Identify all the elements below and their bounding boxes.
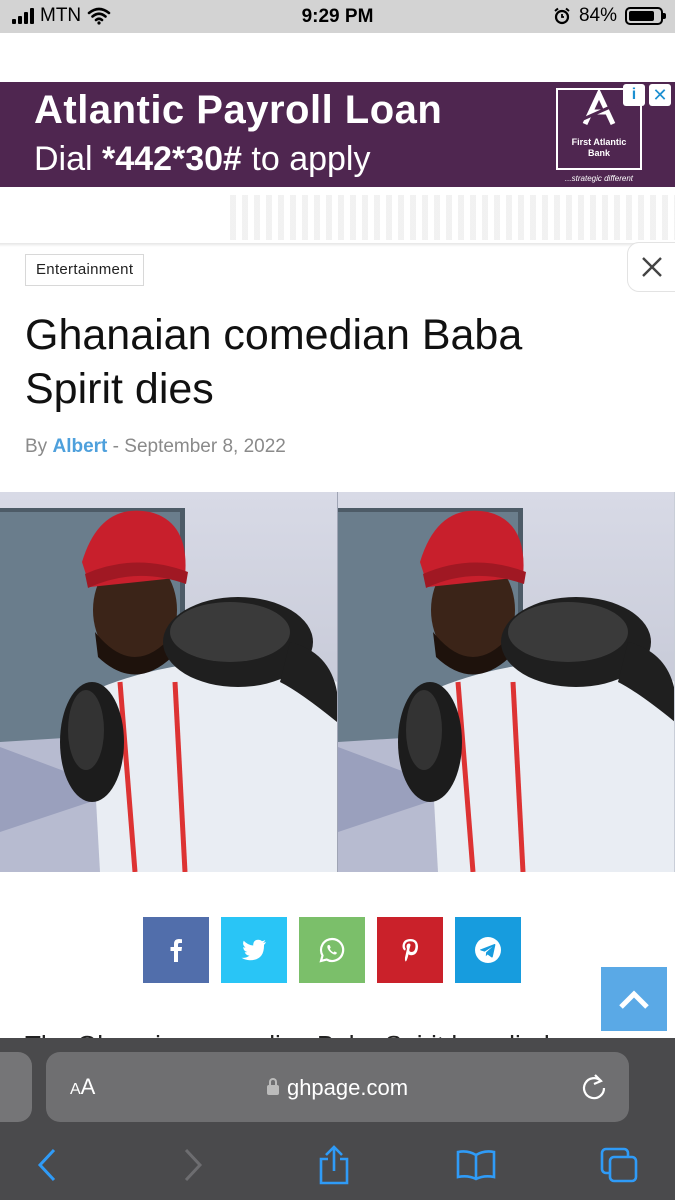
ad-close-icon[interactable]: ✕ [649, 84, 671, 106]
address-domain: ghpage.com [46, 1075, 629, 1101]
byline-by: By [25, 436, 48, 457]
share-telegram-button[interactable] [455, 917, 521, 983]
author-link[interactable]: Albert [52, 436, 107, 457]
article-hero-image [0, 492, 675, 872]
share-page-button[interactable] [309, 1140, 359, 1190]
status-right: 84% [553, 5, 666, 27]
ad-code: *442*30# [102, 140, 242, 178]
back-button[interactable] [22, 1140, 72, 1190]
reload-icon[interactable] [581, 1073, 607, 1101]
bank-logo-name: First Atlantic Bank [571, 137, 627, 158]
article-headline: Ghanaian comedian Baba Spirit dies [25, 311, 523, 413]
book-icon [456, 1150, 496, 1181]
share-twitter-button[interactable] [221, 917, 287, 983]
forward-button[interactable] [168, 1140, 218, 1190]
pinterest-icon [402, 939, 418, 962]
telegram-icon [475, 937, 501, 963]
share-buttons [143, 917, 521, 983]
close-icon [641, 257, 662, 277]
hero-photo-right [337, 492, 674, 872]
publish-date: September 8, 2022 [124, 436, 286, 457]
bank-logo-tagline: ...strategic different [564, 174, 634, 183]
byline: By Albert - September 8, 2022 [25, 436, 286, 458]
ad-line-suffix: to apply [241, 140, 371, 178]
ad-info-icon[interactable]: i [623, 84, 645, 106]
browser-toolbar [0, 1130, 675, 1200]
ad-line-prefix: Dial [34, 140, 103, 178]
back-to-top-button[interactable] [601, 967, 667, 1031]
address-bar[interactable]: AA ghpage.com [46, 1052, 629, 1122]
bookmarks-button[interactable] [451, 1140, 501, 1190]
status-bar: MTN 9:29 PM 84% [0, 0, 675, 33]
previous-tab-peek[interactable] [0, 1052, 32, 1122]
byline-separator: - [112, 436, 119, 457]
phone-screen: MTN 9:29 PM 84% Atlantic Payroll Loan Di… [0, 0, 675, 1200]
hero-photo-left [0, 492, 337, 872]
ad-banner[interactable]: Atlantic Payroll Loan Dial *442*30# to a… [0, 82, 675, 187]
lock-icon [266, 1078, 279, 1095]
share-pinterest-button[interactable] [377, 917, 443, 983]
tabs-icon [600, 1147, 638, 1183]
battery-icon [625, 7, 666, 25]
battery-percent: 84% [578, 5, 617, 26]
chevron-up-icon [619, 990, 649, 1009]
header-divider [0, 243, 675, 247]
whatsapp-icon [319, 937, 345, 963]
alarm-icon [554, 7, 570, 25]
facebook-icon [170, 939, 182, 962]
share-facebook-button[interactable] [143, 917, 209, 983]
ad-title: Atlantic Payroll Loan [34, 88, 443, 132]
tabs-button[interactable] [594, 1140, 644, 1190]
share-icon [319, 1145, 349, 1185]
category-tag[interactable]: Entertainment [25, 254, 145, 286]
twitter-icon [241, 939, 266, 961]
chevron-right-icon [184, 1148, 203, 1182]
ad-subtitle: Dial *442*30# to apply [34, 140, 370, 179]
close-ad-button[interactable] [627, 242, 675, 292]
domain-text: ghpage.com [286, 1075, 409, 1100]
battery-fill [629, 11, 655, 21]
browser-bottom-bar: AA ghpage.com [0, 1038, 675, 1200]
chevron-left-icon [37, 1148, 56, 1182]
faded-ad-strip [230, 195, 675, 240]
share-whatsapp-button[interactable] [299, 917, 365, 983]
